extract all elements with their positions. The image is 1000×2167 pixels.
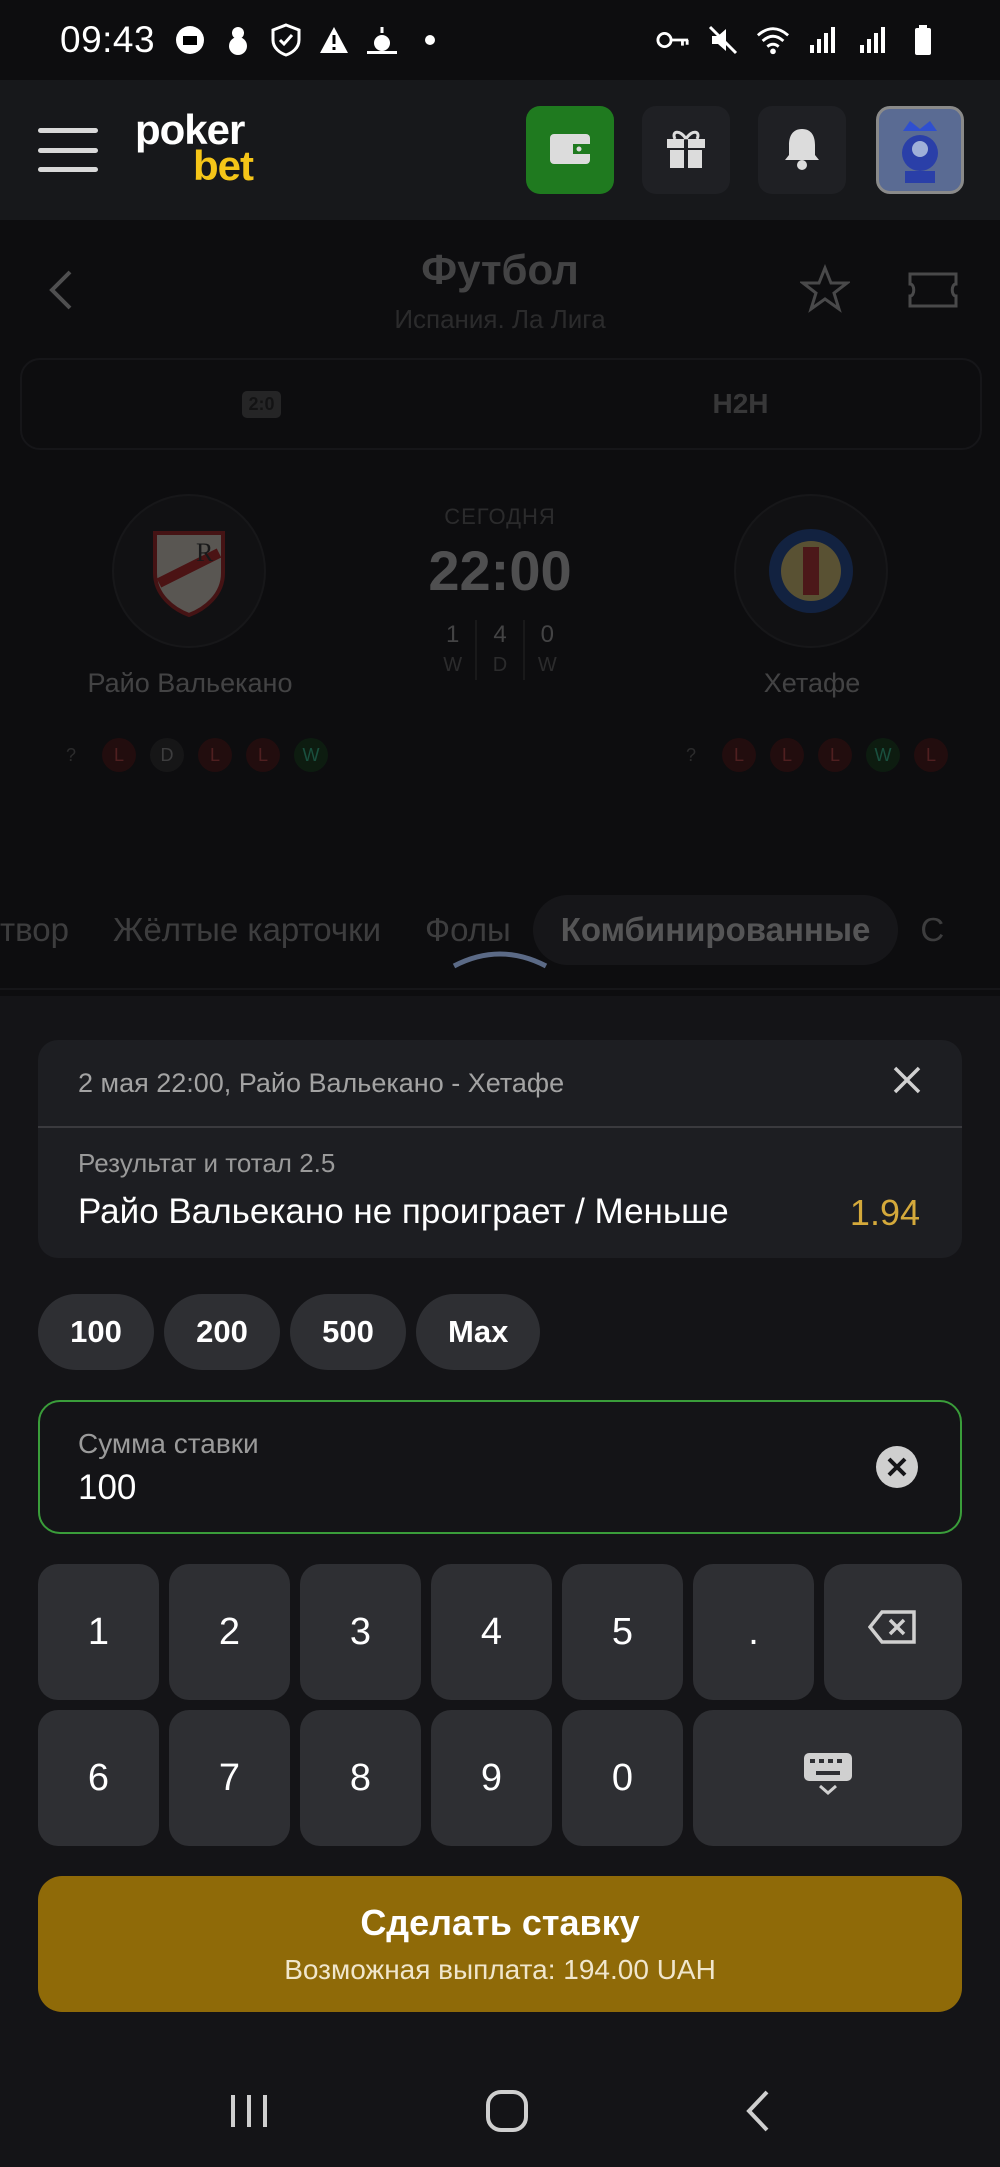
h2h-summary: 1W 4D 0W [430, 620, 570, 680]
page-title: Футбол [421, 246, 579, 293]
wallet-button[interactable] [526, 106, 614, 194]
tab-market-next[interactable]: С [898, 911, 966, 949]
recent-apps-icon[interactable] [227, 2091, 271, 2136]
bell-icon [781, 125, 823, 176]
stake-value[interactable]: 100 [78, 1468, 136, 1508]
tabs-divider [0, 988, 1000, 990]
home-team-form: ? L D L L W [54, 738, 328, 772]
svg-text:R: R [196, 538, 214, 567]
quick-amount-max[interactable]: Max [416, 1294, 541, 1370]
stake-field[interactable]: Сумма ставки 100 [38, 1400, 962, 1534]
place-bet-label: Сделать ставку [360, 1902, 640, 1943]
signal-icon-2 [856, 23, 890, 57]
score-chip: 2:0 [242, 390, 281, 418]
signal-icon [806, 23, 840, 57]
tab-market-fouls[interactable]: Фолы [403, 911, 533, 949]
key-2[interactable]: 2 [169, 1564, 290, 1700]
bet-event: 2 мая 22:00, Райо Вальекано - Хетафе [78, 1067, 565, 1098]
tab-market-yellow-cards[interactable]: Жёлтые карточки [91, 911, 403, 949]
sheet-drag-handle[interactable] [450, 946, 550, 972]
home-icon[interactable] [484, 2088, 530, 2139]
stake-label: Сумма ставки [78, 1428, 259, 1459]
camera-icon [173, 23, 207, 57]
snowman-icon [221, 23, 255, 57]
key-decimal[interactable]: . [693, 1564, 814, 1700]
away-team-name: Хетафе [763, 668, 861, 698]
key-6[interactable]: 6 [38, 1710, 159, 1846]
key-8[interactable]: 8 [300, 1710, 421, 1846]
tab-scoreboard[interactable]: 2:0 [22, 360, 501, 448]
possible-payout: Возможная выплата: 194.00 UAH [284, 1954, 716, 1985]
status-time: 09:43 [60, 19, 156, 60]
away-team-form: ? L L L W L [674, 738, 948, 772]
shield-icon [269, 23, 303, 57]
home-team-name: Райо Вальекано [87, 668, 293, 698]
away-team-crest [734, 494, 888, 648]
ticket-icon[interactable] [906, 268, 960, 317]
mute-icon [706, 23, 740, 57]
key-0[interactable]: 0 [562, 1710, 683, 1846]
gift-button[interactable] [642, 106, 730, 194]
tab-market-combined[interactable]: Комбинированные [532, 895, 899, 965]
backspace-icon [867, 1609, 918, 1655]
close-icon[interactable] [892, 1065, 922, 1102]
clear-circle-icon[interactable] [874, 1444, 920, 1495]
key-5[interactable]: 5 [562, 1564, 683, 1700]
system-nav-bar [0, 2060, 1000, 2167]
tab-market-0[interactable]: твор [0, 911, 91, 949]
page-subtitle: Испания. Ла Лига [394, 304, 606, 334]
key-icon [656, 23, 690, 57]
battery-icon [906, 23, 940, 57]
weather-icon [365, 23, 399, 57]
bet-odds: 1.94 [849, 1192, 920, 1233]
warning-icon [317, 23, 351, 57]
star-icon[interactable] [798, 263, 852, 319]
key-4[interactable]: 4 [431, 1564, 552, 1700]
backspace-key[interactable] [824, 1564, 962, 1700]
keyboard-icon [802, 1751, 854, 1805]
key-3[interactable]: 3 [300, 1564, 421, 1700]
quick-amount-100[interactable]: 100 [38, 1294, 154, 1370]
place-bet-button[interactable]: Сделать ставку Возможная выплата: 194.00… [38, 1876, 962, 2012]
quick-amount-500[interactable]: 500 [290, 1294, 406, 1370]
bet-card: 2 мая 22:00, Райо Вальекано - Хетафе Рез… [38, 1040, 962, 1258]
tab-h2h[interactable]: H2H [501, 360, 980, 448]
dot-icon [413, 23, 447, 57]
hamburger-icon[interactable] [38, 128, 98, 172]
status-bar: 09:43 [0, 0, 1000, 80]
bet-selection: Райо Вальекано не проиграет / Меньше [78, 1192, 729, 1231]
match-segment-control: 2:0 H2H [20, 358, 982, 450]
quick-amounts: 100 200 500 Max [38, 1294, 541, 1370]
notifications-button[interactable] [758, 106, 846, 194]
avatar[interactable] [876, 106, 964, 194]
bet-market: Результат и тотал 2.5 [78, 1148, 336, 1178]
home-team-crest: R [112, 494, 266, 648]
wallet-icon [547, 128, 593, 173]
quick-amount-200[interactable]: 200 [164, 1294, 280, 1370]
keyboard-toggle-key[interactable] [693, 1710, 962, 1846]
logo[interactable]: poker bet [135, 109, 254, 187]
kickoff-time: 22:00 [428, 539, 572, 602]
wifi-icon [756, 23, 790, 57]
match-day-label: СЕГОДНЯ [444, 504, 556, 529]
key-9[interactable]: 9 [431, 1710, 552, 1846]
key-1[interactable]: 1 [38, 1564, 159, 1700]
back-nav-icon[interactable] [743, 2088, 773, 2139]
key-7[interactable]: 7 [169, 1710, 290, 1846]
gift-icon [663, 125, 709, 176]
